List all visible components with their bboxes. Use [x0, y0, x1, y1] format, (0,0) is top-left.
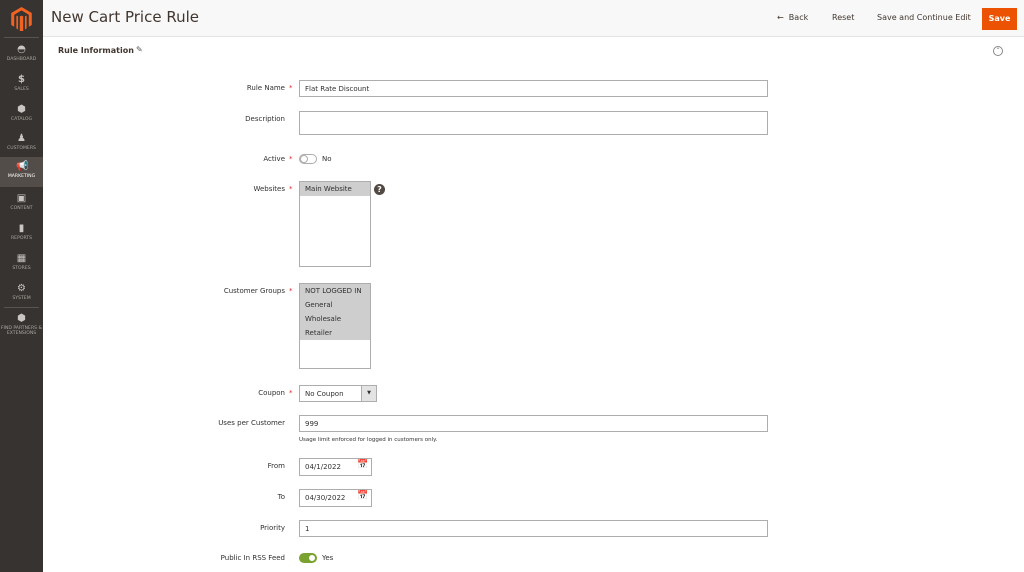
- websites-label: Websites: [253, 185, 285, 193]
- nav-dashboard[interactable]: ◓ DASHBOARD: [0, 40, 43, 70]
- priority-input[interactable]: 1: [299, 520, 768, 537]
- coupon-select[interactable]: No Coupon ▼: [299, 385, 377, 402]
- nav-system[interactable]: ⚙ SYSTEM: [0, 279, 43, 309]
- nav-find-partners[interactable]: ⬢ FIND PARTNERS & EXTENSIONS: [0, 309, 43, 341]
- to-label: To: [277, 493, 285, 501]
- dollar-icon: $: [18, 74, 25, 85]
- magento-logo-icon[interactable]: [10, 7, 33, 31]
- rss-toggle[interactable]: [299, 553, 317, 563]
- partners-box-icon: ⬢: [17, 313, 26, 324]
- sidebar: ◓ DASHBOARD $ SALES ⬢ CATALOG ♟ CUSTOMERS 📢 M…: [0, 0, 43, 572]
- nav-sales[interactable]: $ SALES: [0, 70, 43, 100]
- description-textarea[interactable]: [299, 111, 768, 135]
- active-toggle[interactable]: [299, 154, 317, 164]
- nav-marketing[interactable]: 📢 MARKETING: [0, 157, 43, 187]
- save-button[interactable]: Save: [982, 8, 1017, 30]
- chevron-down-icon: ▼: [361, 386, 376, 401]
- active-value: No: [322, 155, 332, 163]
- description-label: Description: [245, 115, 285, 123]
- required-asterisk: *: [289, 389, 293, 397]
- priority-label: Priority: [260, 524, 285, 532]
- uses-per-customer-input[interactable]: 999: [299, 415, 768, 432]
- customer-group-option[interactable]: General: [300, 298, 370, 312]
- required-asterisk: *: [289, 155, 293, 163]
- dashboard-icon: ◓: [17, 44, 26, 55]
- required-asterisk: *: [289, 185, 293, 193]
- storefront-icon: ▦: [16, 253, 27, 264]
- customer-groups-multiselect[interactable]: NOT LOGGED IN General Wholesale Retailer: [299, 283, 371, 369]
- rule-name-input[interactable]: Flat Rate Discount: [299, 80, 768, 97]
- help-icon[interactable]: ?: [374, 184, 385, 195]
- customer-group-option[interactable]: Wholesale: [300, 312, 370, 326]
- uses-per-customer-label: Uses per Customer: [218, 419, 285, 427]
- coupon-label: Coupon: [258, 389, 285, 397]
- box-icon: ⬢: [17, 104, 26, 115]
- from-label: From: [267, 462, 285, 470]
- calendar-icon[interactable]: 📅: [357, 460, 368, 470]
- nav-stores[interactable]: ▦ STORES: [0, 249, 43, 279]
- nav-content[interactable]: ▣ CONTENT: [0, 189, 43, 219]
- uses-per-customer-note: Usage limit enforced for logged in custo…: [299, 437, 438, 443]
- customer-groups-label: Customer Groups: [223, 287, 285, 295]
- layout-icon: ▣: [16, 193, 27, 204]
- customer-group-option[interactable]: NOT LOGGED IN: [300, 284, 370, 298]
- rss-value: Yes: [322, 554, 334, 562]
- required-asterisk: *: [289, 287, 293, 295]
- collapse-icon[interactable]: ⌃: [993, 46, 1003, 56]
- page-header: New Cart Price Rule ← Back Reset Save an…: [43, 0, 1024, 37]
- gear-icon: ⚙: [17, 283, 26, 294]
- bar-chart-icon: ▮: [18, 223, 25, 234]
- person-icon: ♟: [17, 133, 26, 144]
- active-label: Active: [263, 155, 285, 163]
- required-asterisk: *: [289, 84, 293, 92]
- page-title: New Cart Price Rule: [51, 8, 199, 26]
- section-title[interactable]: Rule Information: [58, 46, 134, 55]
- back-button[interactable]: ← Back: [777, 13, 808, 22]
- nav-catalog[interactable]: ⬢ CATALOG: [0, 100, 43, 130]
- calendar-icon[interactable]: 📅: [357, 491, 368, 501]
- arrow-left-icon: ←: [777, 13, 784, 22]
- pencil-icon: ✎: [136, 45, 143, 54]
- reset-button[interactable]: Reset: [832, 13, 854, 22]
- nav-customers[interactable]: ♟ CUSTOMERS: [0, 129, 43, 159]
- rule-name-label: Rule Name: [246, 84, 285, 92]
- websites-multiselect[interactable]: Main Website: [299, 181, 371, 267]
- megaphone-icon: 📢: [16, 161, 29, 172]
- rss-label: Public In RSS Feed: [220, 554, 285, 562]
- save-continue-button[interactable]: Save and Continue Edit: [877, 13, 971, 22]
- nav-reports[interactable]: ▮ REPORTS: [0, 219, 43, 249]
- customer-group-option[interactable]: Retailer: [300, 326, 370, 340]
- website-option[interactable]: Main Website: [300, 182, 370, 196]
